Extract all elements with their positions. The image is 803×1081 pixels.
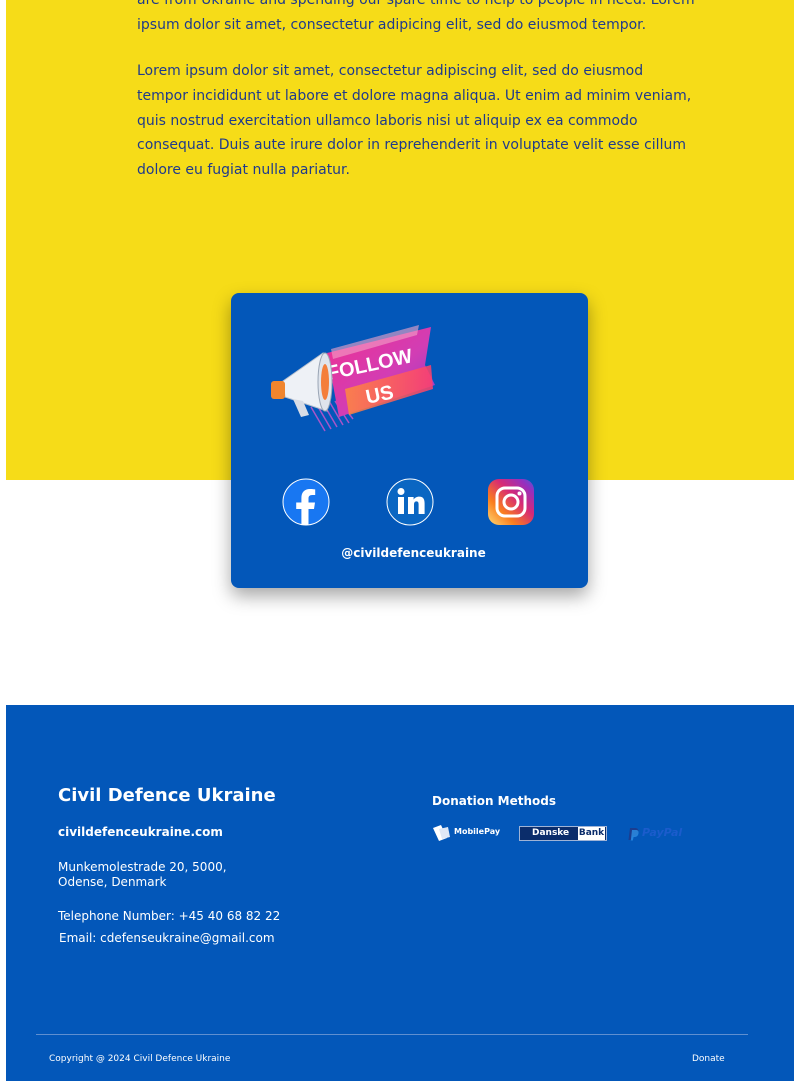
footer-address: Munkemolestrade 20, 5000, Odense, Denmar… [58,860,227,890]
about-paragraph-1: are from Ukraine and spending our spare … [137,0,695,33]
instagram-icon[interactable] [487,478,535,526]
footer-divider [36,1034,748,1035]
paypal-icon [628,828,639,841]
mobilepay-icon [433,825,450,841]
copyright-text: Copyright @ 2024 Civil Defence Ukraine [49,1054,231,1064]
footer-email: Email: cdefenseukraine@gmail.com [59,931,275,945]
paypal-label: PayPal [642,826,683,839]
social-handle: @civildefenceukraine [341,546,486,560]
follow-us-banner: FOLLOW US [271,325,435,432]
danske-label: Danske [532,828,570,838]
footer-brand: Civil Defence Ukraine [58,785,276,806]
bank-label: Bank [578,827,605,840]
facebook-icon[interactable] [282,478,330,526]
banner-us-text: US [364,381,396,408]
address-line-2: Odense, Denmark [58,875,167,889]
follow-us-card: FOLLOW US @civildefenceukraine [231,293,588,588]
footer-telephone: Telephone Number: +45 40 68 82 22 [58,909,281,923]
linkedin-icon[interactable] [386,478,434,526]
megaphone-icon [271,352,333,417]
address-line-1: Munkemolestrade 20, 5000, [58,860,227,874]
mobilepay-label: MobilePay [454,827,501,836]
danske-bank-logo[interactable]: Danske Bank [519,826,607,841]
footer [6,705,794,1081]
mobilepay-logo[interactable]: MobilePay [430,822,502,844]
donation-methods-title: Donation Methods [432,794,556,808]
footer-website-link[interactable]: civildefenceukraine.com [58,825,223,839]
donate-link[interactable]: Donate [692,1054,725,1064]
paypal-logo[interactable]: PayPal [628,826,698,842]
about-paragraph-2: Lorem ipsum dolor sit amet, consectetur … [137,63,692,179]
